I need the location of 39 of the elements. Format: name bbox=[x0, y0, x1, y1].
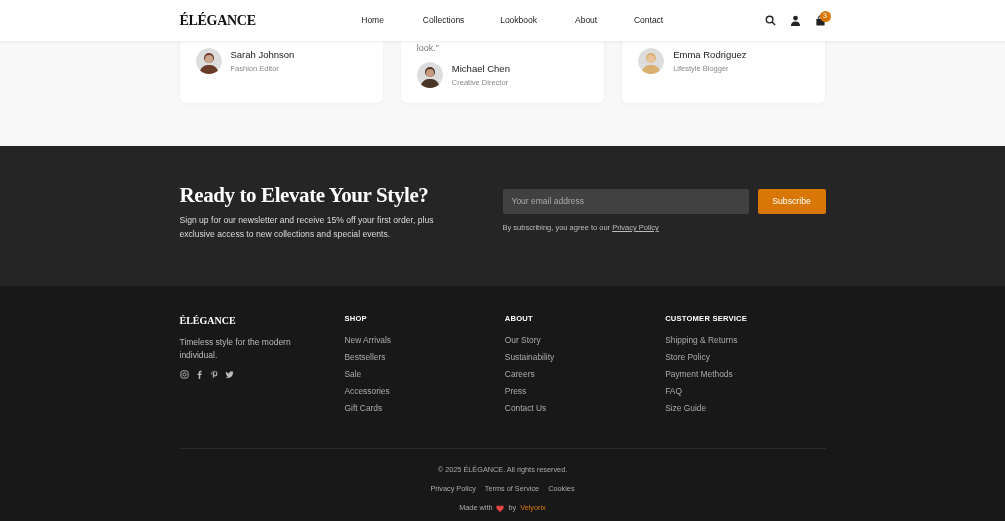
avatar-icon bbox=[195, 48, 222, 74]
footer-logo: ÉLÉGANCE bbox=[179, 314, 237, 328]
footer-link[interactable]: Sale bbox=[344, 366, 362, 384]
newsletter-description: Sign up for our newsletter and receive 15% off your first order, plus exclusive access to new collections and special events. bbox=[179, 214, 435, 241]
heart-icon bbox=[496, 505, 505, 513]
footer-link[interactable]: Our Story bbox=[504, 332, 541, 350]
footer-link[interactable]: Store Policy bbox=[665, 349, 710, 367]
brand-logo[interactable]: ÉLÉGANCE bbox=[179, 10, 256, 31]
avatar-icon bbox=[638, 48, 665, 74]
nav-link[interactable]: Collections bbox=[403, 14, 484, 27]
email-field[interactable]: Your email address bbox=[502, 188, 749, 214]
footer-link[interactable]: Contact Us bbox=[504, 400, 547, 418]
footer-link[interactable]: Size Guide bbox=[665, 400, 707, 418]
nav-link[interactable]: Lookbook bbox=[483, 14, 554, 27]
user-icon[interactable] bbox=[789, 15, 801, 26]
footer-tagline: Timeless style for the modern individual. bbox=[179, 336, 292, 362]
footer-link[interactable]: Careers bbox=[504, 366, 535, 384]
footer-link[interactable]: Shipping & Returns bbox=[665, 332, 738, 350]
author-name: Emma Rodriguez bbox=[673, 48, 747, 63]
instagram-icon[interactable] bbox=[179, 370, 189, 379]
footer-link[interactable]: Gift Cards bbox=[344, 400, 383, 418]
footer-link[interactable]: Press bbox=[504, 383, 527, 401]
pinterest-icon[interactable] bbox=[209, 370, 219, 379]
newsletter-heading: Ready to Elevate Your Style? bbox=[179, 182, 430, 209]
avatar-icon bbox=[416, 62, 443, 88]
twitter-icon[interactable] bbox=[224, 370, 234, 379]
footer-link[interactable]: Bestsellers bbox=[344, 349, 386, 367]
author-name: Sarah Johnson bbox=[230, 48, 295, 63]
author-name: Michael Chen bbox=[451, 62, 510, 77]
footer-link[interactable]: Sustainability bbox=[504, 349, 555, 367]
nav-link[interactable]: Contact bbox=[618, 14, 679, 27]
nav-link[interactable]: About bbox=[553, 14, 619, 27]
nav-link[interactable]: Home bbox=[341, 14, 404, 27]
testimonial-quote: look.” bbox=[416, 42, 440, 55]
footer-link[interactable]: New Arrivals bbox=[344, 332, 392, 350]
footer-link[interactable]: Accessories bbox=[344, 383, 390, 401]
search-icon[interactable] bbox=[764, 15, 776, 26]
footer-link[interactable]: Payment Methods bbox=[665, 366, 733, 384]
footer-link[interactable]: FAQ bbox=[665, 383, 682, 401]
